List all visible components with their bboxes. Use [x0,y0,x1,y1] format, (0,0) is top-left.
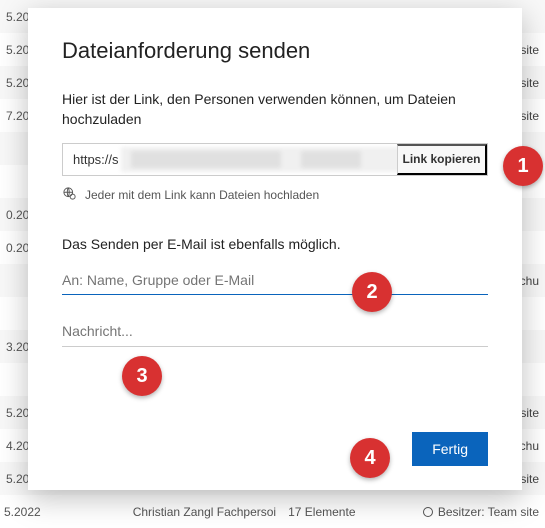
dialog-title: Dateianforderung senden [62,38,488,64]
permission-row[interactable]: Jeder mit dem Link kann Dateien hochlade… [62,186,488,204]
file-request-dialog: Dateianforderung senden Hier ist der Lin… [28,8,522,490]
globe-settings-icon [62,186,77,204]
email-intro-text: Das Senden per E-Mail ist ebenfalls mögl… [62,236,488,252]
dialog-footer: Fertig [412,432,488,466]
message-input[interactable] [62,317,488,347]
link-url-text: https://s [73,152,119,167]
permission-text: Jeder mit dem Link kann Dateien hochlade… [85,188,319,202]
link-url-box[interactable]: https://s [63,144,397,175]
recipient-input[interactable] [62,266,488,295]
copy-link-button[interactable]: Link kopieren [397,144,487,175]
link-intro-text: Hier ist der Link, den Personen verwende… [62,90,488,129]
link-row: https://s Link kopieren [62,143,488,176]
redacted-overlay [121,147,397,172]
done-button[interactable]: Fertig [412,432,488,466]
